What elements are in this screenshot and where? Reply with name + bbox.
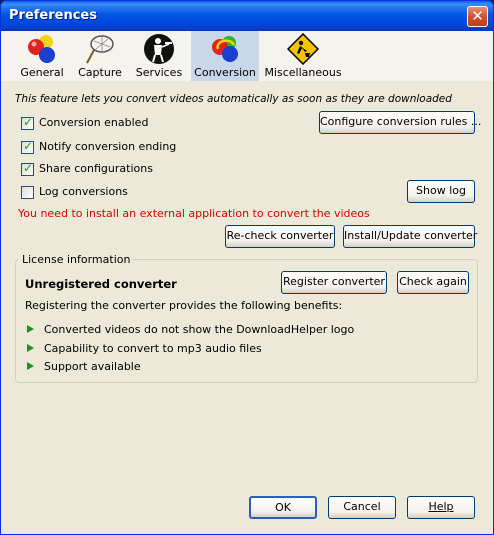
check-icon: ✓ [23,139,34,153]
preferences-toolbar: General Capture Services Conversion Misc… [1,31,493,81]
title-bar[interactable]: Preferences ✕ [1,1,493,31]
cancel-button[interactable]: Cancel [328,496,396,519]
log-conversions-checkbox[interactable] [21,186,34,199]
benefits-intro: Registering the converter provides the f… [25,299,343,312]
checkbox-label: Notify conversion ending [39,140,177,153]
benefit-item: Support available [44,360,141,373]
tab-label: Capture [78,66,122,79]
window-title: Preferences [9,8,97,23]
close-button[interactable]: ✕ [467,6,488,27]
convert-balls-icon [212,36,238,62]
checkbox-label: Conversion enabled [39,116,149,129]
tab-services[interactable]: Services [131,31,187,81]
register-converter-button[interactable]: Register converter [281,271,387,294]
notify-conversion-ending-checkbox[interactable]: ✓ [21,139,34,154]
tab-label: Services [135,66,183,79]
ok-button[interactable]: OK [249,496,317,519]
tab-label: Miscellaneous [264,66,342,79]
configure-conversion-rules-button[interactable]: Configure conversion rules ... [319,111,481,134]
converter-warning-text: You need to install an external applicat… [18,207,370,220]
benefit-item: Capability to convert to mp3 audio files [44,342,262,355]
benefit-item: Converted videos do not show the Downloa… [44,323,355,336]
bullet-arrow-icon [27,344,34,352]
tab-miscellaneous[interactable]: Miscellaneous [263,31,343,81]
check-again-button[interactable]: Check again [397,271,469,294]
license-group-title: License information [19,253,134,266]
conversion-info-text: This feature lets you convert videos aut… [15,93,452,105]
balls-icon [28,35,55,63]
checkbox-label: Log conversions [39,185,128,198]
install-update-converter-button[interactable]: Install/Update converter [343,225,477,248]
tab-capture[interactable]: Capture [75,31,125,81]
tab-label: Conversion [194,66,256,79]
tab-conversion[interactable]: Conversion [191,31,259,81]
preferences-window: Preferences ✕ General Capture Services C… [0,0,494,535]
bullet-arrow-icon [27,325,34,333]
roadwork-sign-icon [287,33,319,65]
bullet-arrow-icon [27,362,34,370]
check-icon: ✓ [23,161,34,175]
waiter-icon [144,34,174,64]
checkbox-label: Share configurations [39,162,153,175]
check-icon: ✓ [23,115,34,129]
close-icon: ✕ [471,7,484,25]
net-icon [86,35,114,64]
recheck-converter-button[interactable]: Re-check converter [225,225,335,248]
share-configurations-checkbox[interactable]: ✓ [21,161,34,176]
conversion-enabled-checkbox[interactable]: ✓ [21,115,34,130]
help-button[interactable]: Help [407,496,475,519]
tab-label: General [20,66,64,79]
tab-general[interactable]: General [11,31,73,81]
license-status: Unregistered converter [25,277,177,291]
show-log-button[interactable]: Show log [407,180,475,203]
